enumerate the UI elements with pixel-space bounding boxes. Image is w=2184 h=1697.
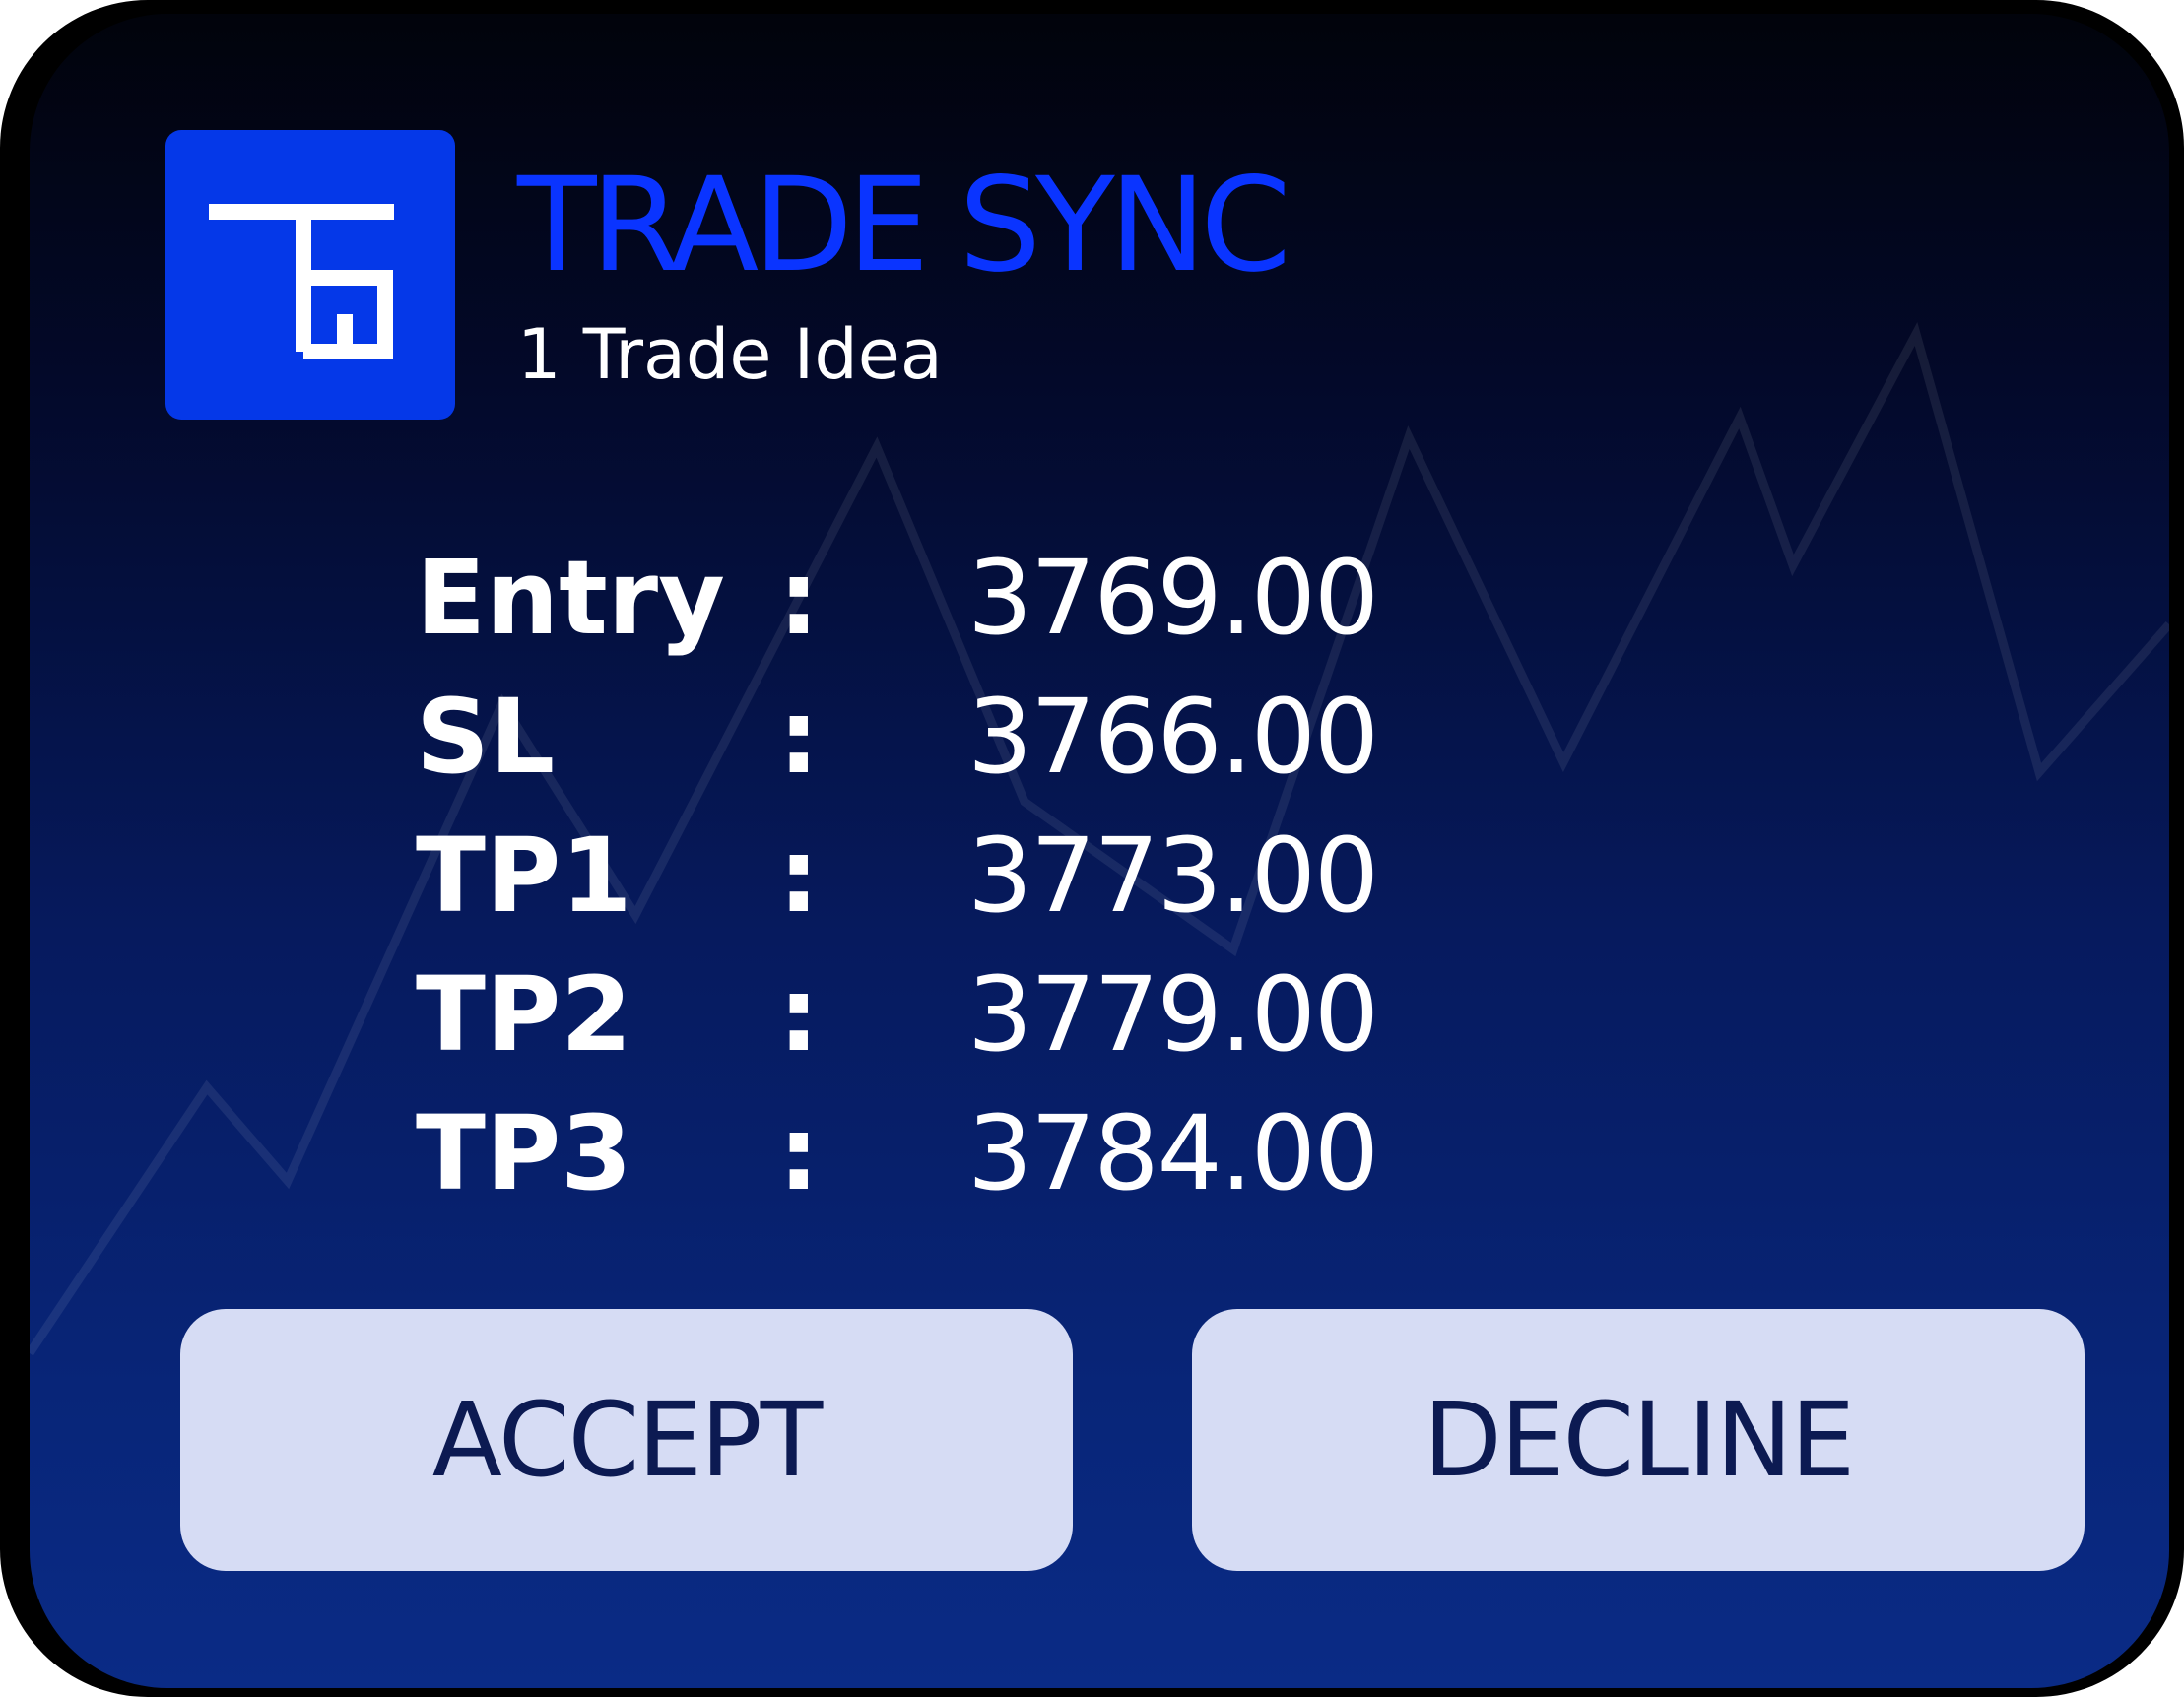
decline-button[interactable]: DECLINE [1192, 1309, 2085, 1571]
level-separator: : [778, 538, 820, 658]
level-label: SL [416, 677, 556, 797]
trade-idea-count: 1 Trade Idea [517, 314, 943, 395]
level-label: TP3 [416, 1093, 632, 1213]
trade-sync-logo [165, 130, 455, 420]
accept-button[interactable]: ACCEPT [180, 1309, 1073, 1571]
level-separator: : [778, 954, 820, 1075]
app-title: TRADE SYNC [517, 150, 1291, 301]
level-value: 3769.00 [967, 538, 1379, 658]
level-value: 3773.00 [967, 816, 1379, 936]
ts-logo-icon [209, 204, 394, 359]
level-value: 3784.00 [967, 1093, 1379, 1213]
level-label: Entry [416, 538, 725, 658]
level-separator: : [778, 1093, 820, 1213]
widget-panel: TRADE SYNC 1 Trade Idea Entry : 3769.00 … [30, 14, 2169, 1688]
level-value: 3766.00 [967, 677, 1379, 797]
level-separator: : [778, 816, 820, 936]
level-label: TP2 [416, 954, 632, 1075]
level-separator: : [778, 677, 820, 797]
trade-sync-widget: TRADE SYNC 1 Trade Idea Entry : 3769.00 … [0, 0, 2184, 1697]
level-value: 3779.00 [967, 954, 1379, 1075]
level-label: TP1 [416, 816, 632, 936]
